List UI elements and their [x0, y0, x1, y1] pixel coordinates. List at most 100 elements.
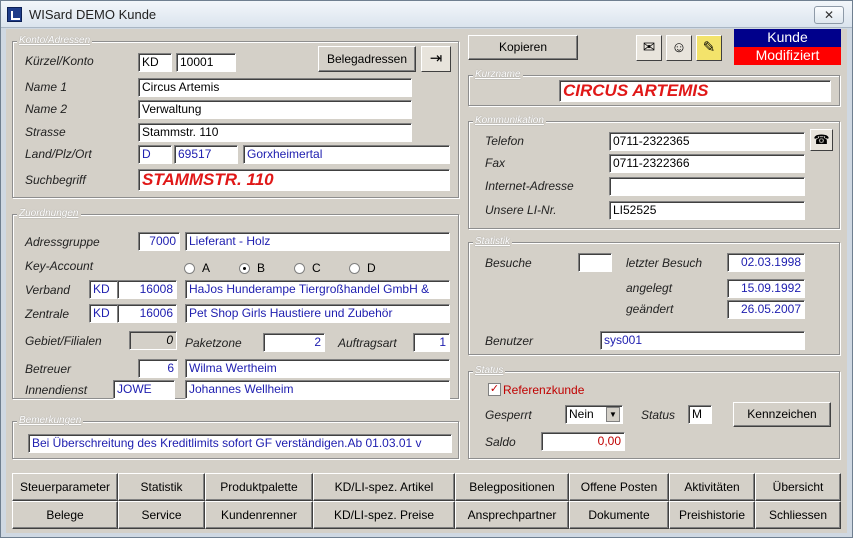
fax-field[interactable]: 0711-2322366 — [609, 154, 805, 173]
auftragsart-field[interactable]: 1 — [413, 333, 450, 352]
title-bar: WISard DEMO Kunde ✕ — [1, 1, 852, 28]
ansprechpartner-button[interactable]: Ansprechpartner — [455, 501, 569, 529]
portrait-icon[interactable]: ☺ — [666, 35, 692, 61]
status-field[interactable]: M — [688, 405, 712, 424]
zentrale-nr-field[interactable]: 16006 — [117, 304, 177, 323]
key-radio-c-label: C — [312, 261, 321, 275]
aktivitaeten-button[interactable]: Aktivitäten — [669, 473, 755, 501]
name1-field[interactable]: Circus Artemis — [138, 78, 412, 97]
preishistorie-button[interactable]: Preishistorie — [669, 501, 755, 529]
notepad-icon[interactable]: ✎ — [696, 35, 722, 61]
suchbegriff-label: Suchbegriff — [25, 173, 86, 187]
benutzer-field[interactable]: sys001 — [600, 331, 805, 350]
name2-field[interactable]: Verwaltung — [138, 100, 412, 119]
innendienst-code-field[interactable]: JOWE — [113, 380, 175, 399]
ort-field[interactable]: Gorxheimertal — [243, 145, 450, 164]
telefon-field[interactable]: 0711-2322365 — [609, 132, 805, 151]
dokumente-button[interactable]: Dokumente — [569, 501, 669, 529]
dropdown-arrow-icon[interactable]: ▼ — [606, 407, 620, 422]
adressgruppe-code-field[interactable]: 7000 — [138, 232, 180, 251]
letzter-besuch-field[interactable]: 02.03.1998 — [727, 253, 805, 272]
konto-adressen-group: Konto/Adressen Kürzel/Konto KD 10001 Bel… — [12, 35, 459, 198]
strasse-field[interactable]: Stammstr. 110 — [138, 123, 412, 142]
bird-icon[interactable]: ✉ — [636, 35, 662, 61]
ort-label: Land/Plz/Ort — [25, 147, 92, 161]
kdli-spez-preise-button[interactable]: KD/LI-spez. Preise — [313, 501, 455, 529]
action-button-bar: Steuerparameter Statistik Produktpalette… — [12, 473, 841, 529]
adressgruppe-text-field[interactable]: Lieferant - Holz — [185, 232, 450, 251]
status-kunde-badge: Kunde — [734, 29, 841, 47]
belegadressen-button[interactable]: Belegadressen — [318, 46, 416, 72]
statistik-group-title: Statistik — [473, 236, 513, 247]
zuordnungen-group-title: Zuordnungen — [17, 208, 81, 219]
zentrale-typ-field[interactable]: KD — [89, 304, 119, 323]
betreuer-nr-field[interactable]: 6 — [138, 359, 178, 378]
name1-label: Name 1 — [25, 80, 68, 94]
gebiet-field[interactable]: 0 — [129, 331, 177, 350]
kuerzel-field[interactable]: KD — [138, 53, 172, 72]
gebiet-label: Gebiet/Filialen — [25, 334, 102, 348]
referenzkunde-checkbox[interactable]: ✓ — [488, 383, 501, 396]
verband-typ-field[interactable]: KD — [89, 280, 119, 299]
kennzeichen-button[interactable]: Kennzeichen — [733, 402, 831, 427]
key-radio-b[interactable] — [239, 263, 250, 274]
saldo-field[interactable]: 0,00 — [541, 432, 625, 451]
bemerkungen-group: Bemerkungen Bei Überschreitung des Kredi… — [12, 415, 459, 459]
besuche-field[interactable] — [578, 253, 612, 272]
service-button[interactable]: Service — [118, 501, 205, 529]
schliessen-button[interactable]: Schliessen — [755, 501, 841, 529]
paketzone-field[interactable]: 2 — [263, 333, 325, 352]
bemerkungen-group-title: Bemerkungen — [17, 415, 84, 426]
kurzname-field[interactable]: CIRCUS ARTEMIS — [559, 80, 831, 102]
verband-name-field[interactable]: HaJos Hunderampe Tiergroßhandel GmbH & — [185, 280, 450, 299]
gesperrt-select[interactable]: Nein ▼ — [565, 405, 623, 424]
verband-label: Verband — [25, 283, 70, 297]
angelegt-field[interactable]: 15.09.1992 — [727, 279, 805, 298]
main-window: WISard DEMO Kunde ✕ Konto/Adressen Kürze… — [0, 0, 853, 538]
bemerkungen-field[interactable]: Bei Überschreitung des Kreditlimits sofo… — [28, 434, 452, 453]
geaendert-field[interactable]: 26.05.2007 — [727, 300, 805, 319]
app-icon — [7, 7, 22, 22]
internet-field[interactable] — [609, 177, 805, 196]
key-radio-c[interactable] — [294, 263, 305, 274]
letzter-besuch-label: letzter Besuch — [626, 256, 703, 270]
betreuer-label: Betreuer — [25, 362, 72, 376]
phone-icon[interactable]: ☎ — [810, 129, 833, 151]
land-field[interactable]: D — [138, 145, 172, 164]
internet-label: Internet-Adresse — [485, 179, 574, 193]
zuordnungen-group: Zuordnungen Adressgruppe 7000 Lieferant … — [12, 208, 459, 399]
paketzone-label: Paketzone — [185, 336, 242, 350]
linr-field[interactable]: LI52525 — [609, 201, 805, 220]
innendienst-label: Innendienst — [25, 383, 88, 397]
keyaccount-label: Key-Account — [25, 259, 94, 273]
konto-field[interactable]: 10001 — [176, 53, 236, 72]
form-content: Konto/Adressen Kürzel/Konto KD 10001 Bel… — [6, 29, 847, 533]
saldo-label: Saldo — [485, 435, 516, 449]
kopieren-button[interactable]: Kopieren — [468, 35, 578, 60]
besuche-label: Besuche — [485, 256, 532, 270]
innendienst-name-field[interactable]: Johannes Wellheim — [185, 380, 450, 399]
kuerzel-label: Kürzel/Konto — [25, 54, 94, 68]
offene-posten-button[interactable]: Offene Posten — [569, 473, 669, 501]
zentrale-name-field[interactable]: Pet Shop Girls Haustiere und Zubehör — [185, 304, 450, 323]
key-radio-a[interactable] — [184, 263, 195, 274]
belege-button[interactable]: Belege — [12, 501, 118, 529]
betreuer-name-field[interactable]: Wilma Wertheim — [185, 359, 450, 378]
adressgruppe-label: Adressgruppe — [25, 235, 100, 249]
suchbegriff-field[interactable]: STAMMSTR. 110 — [138, 169, 450, 191]
kdli-spez-artikel-button[interactable]: KD/LI-spez. Artikel — [313, 473, 455, 501]
key-radio-d[interactable] — [349, 263, 360, 274]
belegpositionen-button[interactable]: Belegpositionen — [455, 473, 569, 501]
statistik-button[interactable]: Statistik — [118, 473, 205, 501]
kundenrenner-button[interactable]: Kundenrenner — [205, 501, 313, 529]
linr-label: Unsere LI-Nr. — [485, 203, 557, 217]
steuerparameter-button[interactable]: Steuerparameter — [12, 473, 118, 501]
kommunikation-group-title: Kommunikation — [473, 115, 546, 126]
produktpalette-button[interactable]: Produktpalette — [205, 473, 313, 501]
plz-field[interactable]: 69517 — [174, 145, 238, 164]
uebersicht-button[interactable]: Übersicht — [755, 473, 841, 501]
close-button[interactable]: ✕ — [814, 6, 844, 24]
address-transfer-icon[interactable]: ⇥ — [421, 46, 451, 72]
status-group-title: Status — [473, 365, 506, 376]
verband-nr-field[interactable]: 16008 — [117, 280, 177, 299]
